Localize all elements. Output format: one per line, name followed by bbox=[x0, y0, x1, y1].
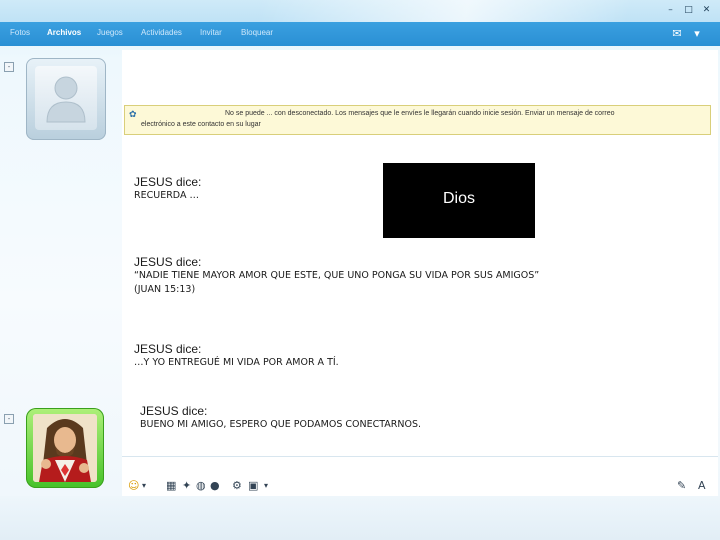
minimize-button[interactable]: – bbox=[666, 6, 675, 15]
chat-bubble-icon[interactable]: ✉ bbox=[670, 27, 684, 41]
contact-avatar bbox=[35, 66, 97, 130]
dios-image-label: Dios bbox=[442, 190, 475, 207]
self-avatar bbox=[33, 414, 97, 482]
dios-image: Dios bbox=[383, 163, 535, 238]
message-text: …Y YO ENTREGUÉ MI VIDA POR AMOR A TÍ. bbox=[134, 357, 339, 368]
message-sender: JESUS dice: bbox=[140, 404, 208, 418]
collapse-self-button[interactable]: - bbox=[4, 414, 14, 424]
menu-item-juegos[interactable]: Juegos bbox=[97, 28, 123, 37]
message-text: RECUERDA … bbox=[134, 190, 199, 201]
offline-info-bar: ✿ No se puede ... con desconectado. Los … bbox=[124, 105, 711, 135]
send-file-icon[interactable]: ▣ bbox=[248, 479, 258, 493]
wink-icon[interactable]: ▦ bbox=[166, 479, 176, 493]
typing-mode-icon[interactable]: A bbox=[698, 479, 706, 493]
menu-icon[interactable]: ▾ bbox=[690, 27, 704, 41]
contact-avatar-frame[interactable] bbox=[26, 58, 106, 140]
message-sender: JESUS dice: bbox=[134, 342, 202, 356]
font-icon[interactable]: ⚙ bbox=[232, 479, 242, 493]
default-user-icon bbox=[46, 76, 86, 123]
messenger-window: – □ ✕ Fotos Archivos Juegos Actividades … bbox=[0, 0, 720, 540]
collapse-contact-button[interactable]: - bbox=[4, 62, 14, 72]
voice-clip-icon[interactable]: ◍ bbox=[196, 479, 206, 493]
menu-item-fotos[interactable]: Fotos bbox=[10, 28, 30, 37]
message-sender: JESUS dice: bbox=[134, 255, 202, 269]
message-text: “NADIE TIENE MAYOR AMOR QUE ESTE, QUE UN… bbox=[134, 270, 540, 281]
close-button[interactable]: ✕ bbox=[702, 6, 711, 15]
message-text-reference: (JUAN 15:13) bbox=[134, 284, 196, 295]
title-bar-decoration bbox=[260, 0, 720, 22]
maximize-button[interactable]: □ bbox=[684, 6, 693, 15]
jesus-picture bbox=[33, 414, 97, 482]
self-avatar-frame[interactable] bbox=[26, 408, 104, 488]
menu-item-archivos[interactable]: Archivos bbox=[47, 28, 81, 37]
menu-item-bloquear[interactable]: Bloquear bbox=[241, 28, 273, 37]
backgrounds-icon[interactable]: ● bbox=[210, 479, 220, 493]
message-sender: JESUS dice: bbox=[134, 175, 202, 189]
infobar-line-1: No se puede ... con desconectado. Los me… bbox=[225, 110, 615, 117]
message-text: BUENO MI AMIGO, ESPERO QUE PODAMOS CONEC… bbox=[140, 419, 422, 430]
menu-bar: Fotos Archivos Juegos Actividades Invita… bbox=[0, 22, 720, 46]
menu-item-invitar[interactable]: Invitar bbox=[200, 28, 222, 37]
bottom-area bbox=[0, 496, 720, 540]
menu-item-actividades[interactable]: Actividades bbox=[141, 28, 182, 37]
more-dropdown-icon[interactable]: ▾ bbox=[264, 479, 268, 493]
infobar-line-2[interactable]: electrónico a este contacto en su lugar bbox=[141, 120, 261, 130]
input-toolbar: ☺ ▾ ▦ ✦ ◍ ● ⚙ ▣ ▾ ✎ A bbox=[122, 476, 718, 496]
nudge-icon[interactable]: ✦ bbox=[182, 479, 191, 493]
emoticon-icon[interactable]: ☺ bbox=[128, 479, 139, 493]
emoticon-dropdown-icon[interactable]: ▾ bbox=[142, 479, 146, 493]
info-icon: ✿ bbox=[129, 109, 137, 119]
title-bar: – □ ✕ bbox=[0, 0, 720, 22]
handwriting-icon[interactable]: ✎ bbox=[677, 479, 686, 493]
